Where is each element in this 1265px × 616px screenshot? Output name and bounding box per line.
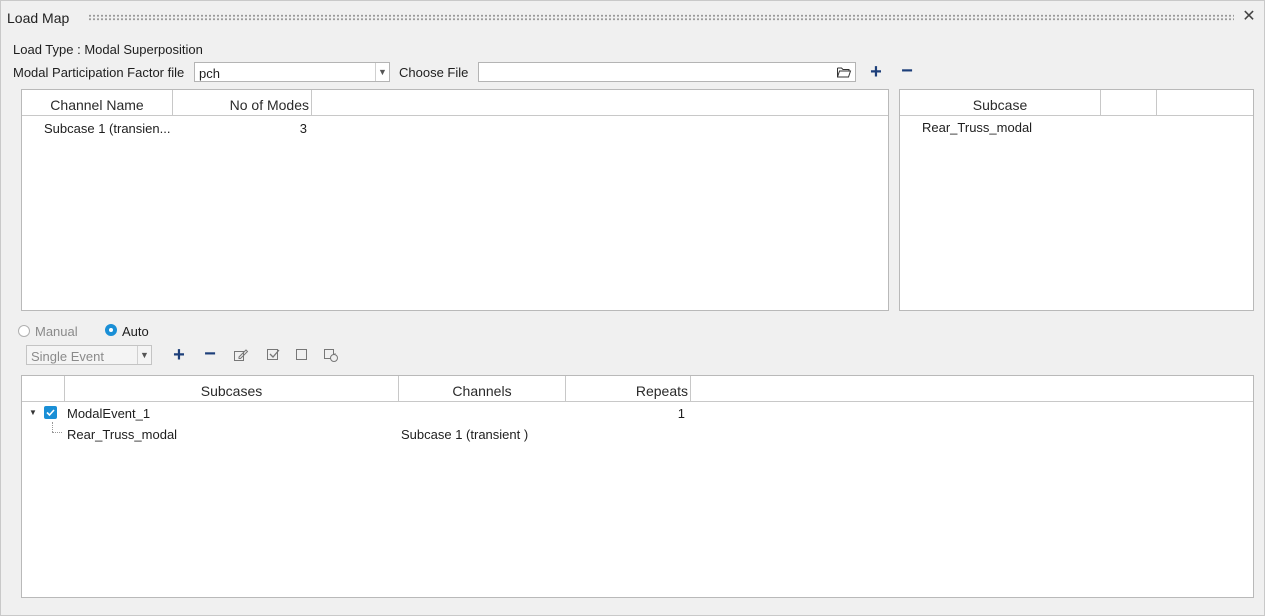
chevron-down-icon[interactable]: ▼ xyxy=(375,63,389,81)
choose-file-label: Choose File xyxy=(399,65,469,80)
column-header-channel-name[interactable]: Channel Name xyxy=(22,90,173,116)
channel-name-cell[interactable]: Subcase 1 (transien... xyxy=(44,121,170,136)
event-checkbox[interactable] xyxy=(44,406,57,419)
header-divider xyxy=(900,115,1253,116)
remove-file-button[interactable]: − xyxy=(899,61,915,81)
event-repeats-cell[interactable]: 1 xyxy=(622,406,685,421)
add-event-button[interactable]: + xyxy=(171,345,187,365)
folder-open-icon[interactable] xyxy=(836,64,852,83)
refresh-icon[interactable] xyxy=(323,347,339,363)
check-all-icon[interactable] xyxy=(266,347,282,363)
choose-file-input[interactable] xyxy=(478,62,856,82)
tree-line xyxy=(52,422,54,432)
column-header-subcase[interactable]: Subcase xyxy=(900,90,1101,116)
subcase-cell[interactable]: Rear_Truss_modal xyxy=(922,120,1032,135)
channels-table: Channel Name No of Modes Subcase 1 (tran… xyxy=(21,89,889,311)
subcase-table: Subcase Rear_Truss_modal xyxy=(899,89,1254,311)
child-subcase-cell[interactable]: Rear_Truss_modal xyxy=(67,427,177,442)
window-title: Load Map xyxy=(7,10,70,26)
mpf-file-value: pch xyxy=(199,66,220,81)
chevron-down-icon[interactable]: ▼ xyxy=(137,346,151,364)
column-header-channels[interactable]: Channels xyxy=(399,376,566,402)
column-header-blank-1 xyxy=(1101,90,1157,116)
collapse-arrow-icon[interactable]: ▼ xyxy=(29,408,37,417)
column-header-repeats[interactable]: Repeats xyxy=(566,376,691,402)
header-divider xyxy=(22,115,888,116)
column-header-no-of-modes[interactable]: No of Modes xyxy=(173,90,312,116)
checkmark-icon xyxy=(46,409,55,417)
header-divider xyxy=(22,401,1253,402)
edit-icon[interactable] xyxy=(233,347,249,363)
drag-grip[interactable] xyxy=(88,14,1234,21)
no-of-modes-cell[interactable]: 3 xyxy=(262,121,307,136)
manual-radio[interactable] xyxy=(18,325,30,337)
auto-radio[interactable] xyxy=(105,324,117,336)
add-file-button[interactable]: + xyxy=(868,62,884,82)
event-type-value: Single Event xyxy=(31,349,104,364)
column-header-subcases[interactable]: Subcases xyxy=(65,376,399,402)
manual-radio-label: Manual xyxy=(35,324,78,339)
events-table: Subcases Channels Repeats ▼ ModalEvent_1… xyxy=(21,375,1254,598)
column-header-expander xyxy=(22,376,65,402)
event-type-select[interactable]: Single Event ▼ xyxy=(26,345,152,365)
load-type-label: Load Type : Modal Superposition xyxy=(13,42,203,57)
auto-radio-label: Auto xyxy=(122,324,149,339)
event-name-cell[interactable]: ModalEvent_1 xyxy=(67,406,150,421)
tree-line xyxy=(52,432,62,434)
mpf-file-select[interactable]: pch ▼ xyxy=(194,62,390,82)
close-icon[interactable]: ✕ xyxy=(1240,8,1258,26)
uncheck-all-icon[interactable] xyxy=(294,347,310,363)
child-channel-cell[interactable]: Subcase 1 (transient ) xyxy=(401,427,528,442)
remove-event-button[interactable]: − xyxy=(202,344,218,364)
mpf-file-label: Modal Participation Factor file xyxy=(13,65,185,80)
